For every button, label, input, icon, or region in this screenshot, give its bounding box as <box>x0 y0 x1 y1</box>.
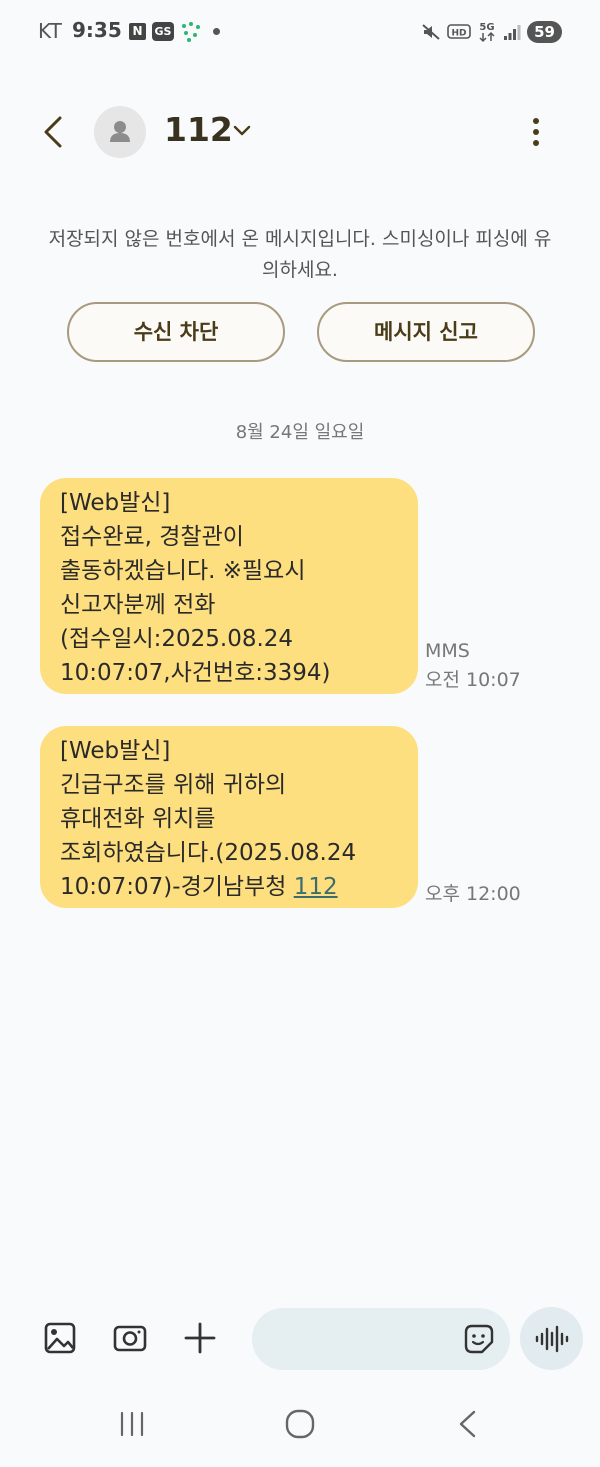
clock: 9:35 <box>72 18 122 42</box>
back-nav-icon[interactable] <box>448 1404 488 1444</box>
mute-icon <box>422 24 440 40</box>
message-text: [Web발신] 접수완료, 경찰관이 출동하겠습니다. ※필요시 신고자분께 전… <box>60 490 331 686</box>
battery-icon: 59 <box>527 21 562 43</box>
message-bubble[interactable]: [Web발신] 접수완료, 경찰관이 출동하겠습니다. ※필요시 신고자분께 전… <box>40 478 418 694</box>
avatar[interactable] <box>94 106 146 158</box>
message-time: 오전 10:07 <box>425 669 521 691</box>
carrier-label: KT <box>38 19 62 43</box>
unknown-sender-warning: 저장되지 않은 번호에서 온 메시지입니다. 스미싱이나 피싱에 유의하세요. <box>48 228 552 281</box>
status-icons: HD 5G 59 <box>421 18 562 46</box>
chevron-down-icon[interactable] <box>230 118 254 142</box>
back-arrow-icon[interactable] <box>36 112 76 152</box>
more-notifications-dot <box>213 28 220 35</box>
message-input-container[interactable] <box>252 1308 510 1370</box>
message-time: 오후 12:00 <box>425 883 521 905</box>
date-separator: 8월 24일 일요일 <box>235 422 365 443</box>
voice-wave-icon <box>535 1325 569 1353</box>
signal-icon <box>504 25 521 40</box>
more-vertical-icon[interactable] <box>522 112 550 152</box>
message-meta: 오후 12:00 <box>425 880 521 909</box>
voice-input-button[interactable] <box>520 1307 583 1370</box>
recent-apps-icon[interactable] <box>112 1404 152 1444</box>
naver-notification-icon: N <box>129 23 146 40</box>
message-type-label: MMS <box>425 640 470 662</box>
hd-voice-icon: HD <box>447 24 471 39</box>
home-icon[interactable] <box>280 1404 320 1444</box>
hd-label: HD <box>452 29 467 39</box>
camera-icon[interactable] <box>108 1316 152 1360</box>
status-bar: KT 9:35 N GS HD 5G 59 <box>0 0 600 64</box>
gallery-icon[interactable] <box>38 1316 82 1360</box>
message-bubble[interactable]: [Web발신] 긴급구조를 위해 귀하의 휴대전화 위치를 조회하였습니다.(2… <box>40 726 418 908</box>
network-label: 5G <box>480 22 495 33</box>
5g-icon: 5G <box>480 22 495 43</box>
sticker-icon[interactable] <box>462 1322 496 1356</box>
app-notification-icon <box>182 22 200 42</box>
message-meta: MMS 오전 10:07 <box>425 637 521 695</box>
message-input[interactable] <box>272 1322 456 1358</box>
gs-notification-icon: GS <box>152 22 174 41</box>
avatar-person-icon <box>110 121 130 142</box>
phone-number-link[interactable]: 112 <box>294 874 338 900</box>
plus-icon[interactable] <box>178 1316 222 1360</box>
report-message-button[interactable]: 메시지 신고 <box>317 302 535 362</box>
block-button[interactable]: 수신 차단 <box>67 302 285 362</box>
contact-title[interactable]: 112 <box>164 110 233 149</box>
